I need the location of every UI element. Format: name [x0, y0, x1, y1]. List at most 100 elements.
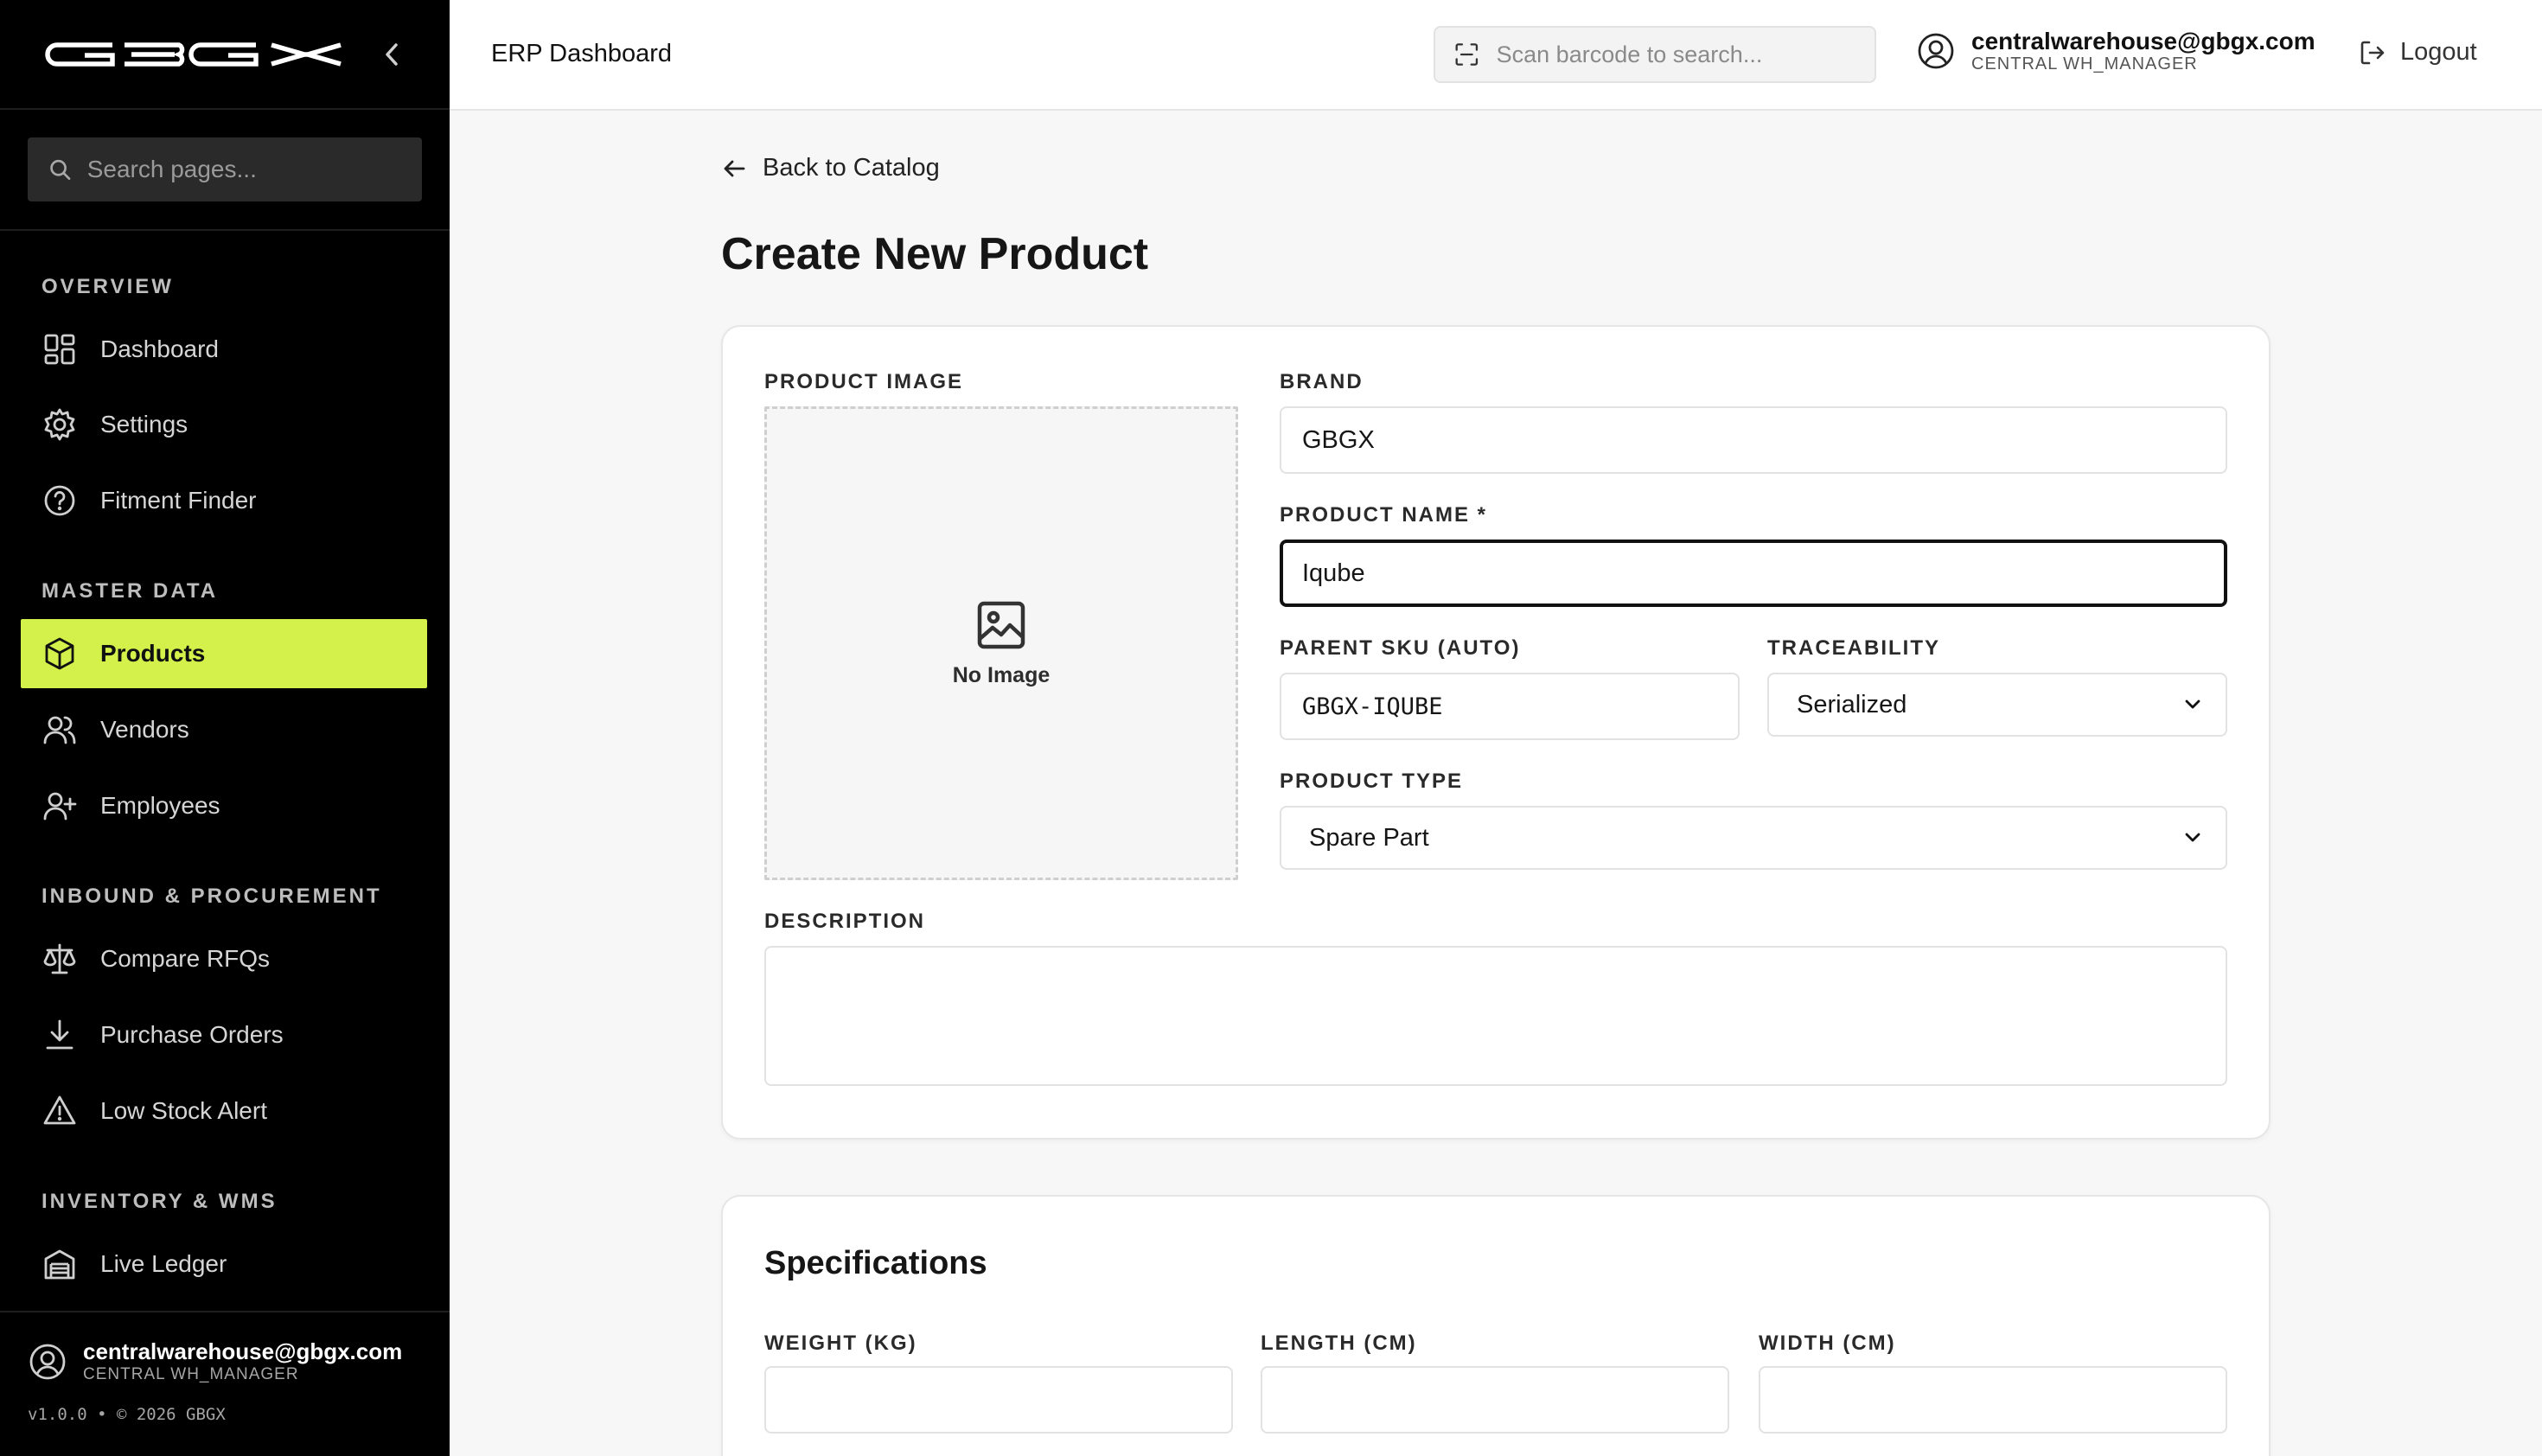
sidebar-item-label: Employees [100, 792, 220, 819]
traceability-value: Serialized [1797, 690, 1907, 718]
topbar: ERP Dashboard centralwarehouse@gbgx.com … [450, 0, 2542, 111]
arrow-left-icon [724, 160, 745, 176]
sidebar-item-label: Fitment Finder [100, 487, 257, 514]
sidebar-item-settings[interactable]: Settings [21, 390, 427, 459]
specifications-title: Specifications [764, 1245, 987, 1281]
sidebar-item-label: Low Stock Alert [100, 1097, 267, 1124]
product-image-upload[interactable]: No Image [764, 406, 1238, 880]
topbar-user[interactable]: centralwarehouse@gbgx.com CENTRAL WH_MAN… [1916, 29, 2315, 73]
width-input[interactable] [1781, 1385, 2205, 1414]
sidebar-item-label: Purchase Orders [100, 1021, 284, 1048]
collapse-sidebar-button[interactable] [379, 42, 405, 67]
chevron-down-icon [2185, 833, 2200, 842]
sidebar-item-label: Dashboard [100, 335, 219, 362]
scan-icon [1455, 43, 1479, 66]
warehouse-icon [42, 1246, 78, 1282]
brand-field[interactable] [1280, 406, 2227, 474]
download-icon [42, 1017, 78, 1053]
scale-icon [42, 941, 78, 977]
sidebar-search-area [0, 110, 450, 231]
back-to-catalog-link[interactable]: Back to Catalog [721, 154, 940, 182]
barcode-search[interactable] [1434, 26, 1876, 83]
no-image-text: No Image [952, 662, 1051, 687]
sidebar-user[interactable]: centralwarehouse@gbgx.com CENTRAL WH_MAN… [28, 1340, 422, 1383]
parent-sku-input[interactable] [1302, 693, 1717, 720]
product-type-select[interactable]: Spare Part [1280, 806, 2227, 870]
product-name-field[interactable] [1280, 540, 2227, 607]
sidebar-item-label: Compare RFQs [100, 945, 271, 972]
section-inventory: INVENTORY & WMS [42, 1190, 278, 1213]
user-circle-icon [29, 1344, 66, 1379]
section-master-data: MASTER DATA [42, 579, 219, 603]
section-inbound: INBOUND & PROCUREMENT [42, 884, 382, 908]
sidebar-item-low-stock-alert[interactable]: Low Stock Alert [21, 1076, 427, 1146]
sidebar-item-purchase-orders[interactable]: Purchase Orders [21, 1000, 427, 1070]
weight-label: WEIGHT (KG) [764, 1331, 917, 1355]
sidebar-item-fitment-finder[interactable]: Fitment Finder [21, 466, 427, 535]
parent-sku-field[interactable] [1280, 673, 1740, 740]
weight-input[interactable] [787, 1385, 1210, 1414]
sidebar-header [0, 0, 450, 110]
section-overview: OVERVIEW [42, 275, 174, 298]
version-text: v1.0.0 • © 2026 GBGX [28, 1405, 226, 1424]
user-circle-icon [1918, 33, 1954, 69]
brand-label: BRAND [1280, 370, 1364, 393]
gear-icon [42, 406, 78, 443]
gbgx-logo-icon [45, 42, 342, 67]
traceability-select[interactable]: Serialized [1767, 673, 2227, 737]
box-icon [42, 635, 78, 672]
brand-logo[interactable] [45, 40, 344, 69]
sidebar-item-label: Products [100, 640, 206, 667]
product-type-label: PRODUCT TYPE [1280, 770, 1464, 793]
product-type-value: Spare Part [1309, 823, 1429, 852]
width-field[interactable] [1759, 1366, 2227, 1434]
user-plus-icon [42, 788, 78, 824]
search-icon [50, 159, 71, 181]
warning-icon [42, 1093, 78, 1129]
description-input[interactable] [787, 965, 2205, 1069]
brand-input[interactable] [1302, 425, 2205, 455]
description-field[interactable] [764, 946, 2227, 1086]
barcode-search-input[interactable] [1496, 41, 1855, 68]
length-label: LENGTH (CM) [1261, 1331, 1417, 1355]
sidebar-item-compare-rfqs[interactable]: Compare RFQs [21, 924, 427, 993]
sidebar-user-email: centralwarehouse@gbgx.com [83, 1338, 403, 1364]
users-icon [42, 712, 78, 748]
sidebar-item-products[interactable]: Products [21, 619, 427, 688]
traceability-label: TRACEABILITY [1767, 636, 1940, 660]
back-label: Back to Catalog [763, 154, 940, 182]
sidebar-item-vendors[interactable]: Vendors [21, 695, 427, 764]
grid-icon [42, 331, 78, 367]
sidebar-search-input[interactable] [86, 156, 401, 183]
sidebar-footer: centralwarehouse@gbgx.com CENTRAL WH_MAN… [0, 1311, 450, 1456]
length-input[interactable] [1283, 1385, 1707, 1414]
description-label: DESCRIPTION [764, 910, 926, 933]
logout-icon [2360, 41, 2385, 64]
help-circle-icon [42, 482, 78, 519]
chevron-left-icon [386, 42, 398, 66]
width-label: WIDTH (CM) [1759, 1331, 1896, 1355]
product-image-label: PRODUCT IMAGE [764, 370, 963, 393]
sidebar: OVERVIEW MASTER DATA INBOUND & PROCUREME… [0, 0, 450, 1456]
parent-sku-label: PARENT SKU (AUTO) [1280, 636, 1521, 660]
sidebar-item-live-ledger[interactable]: Live Ledger [21, 1229, 427, 1299]
topbar-user-email: centralwarehouse@gbgx.com [1971, 28, 2315, 54]
logout-button[interactable]: Logout [2359, 38, 2477, 67]
product-name-label: PRODUCT NAME * [1280, 503, 1488, 527]
sidebar-item-label: Vendors [100, 716, 189, 743]
sidebar-item-label: Settings [100, 411, 188, 437]
sidebar-item-dashboard[interactable]: Dashboard [21, 315, 427, 384]
length-field[interactable] [1261, 1366, 1729, 1434]
page-title: Create New Product [721, 229, 1149, 279]
page-header-title: ERP Dashboard [491, 40, 673, 67]
logout-label: Logout [2400, 38, 2477, 66]
weight-field[interactable] [764, 1366, 1233, 1434]
chevron-down-icon [2185, 699, 2200, 709]
sidebar-item-label: Live Ledger [100, 1250, 227, 1277]
sidebar-search[interactable] [28, 137, 422, 201]
sidebar-user-role: CENTRAL WH_MANAGER [83, 1365, 299, 1383]
sidebar-item-employees[interactable]: Employees [21, 771, 427, 840]
topbar-user-role: CENTRAL WH_MANAGER [1971, 54, 2198, 73]
product-name-input[interactable] [1302, 559, 2205, 588]
image-icon [977, 601, 1025, 648]
